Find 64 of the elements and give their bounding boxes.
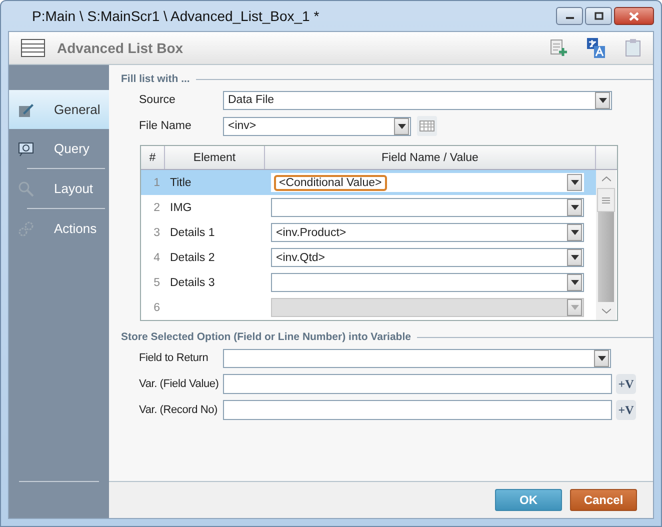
clipboard-icon[interactable] xyxy=(625,39,641,57)
row-number: 3 xyxy=(152,226,161,238)
table-cell: Title xyxy=(170,176,192,188)
scroll-down-icon xyxy=(602,308,610,314)
caret-icon xyxy=(598,356,606,360)
insert-variable-button[interactable]: +V xyxy=(616,400,636,420)
window-title: P:Main \ S:MainScr1 \ Advanced_List_Box_1 * xyxy=(32,8,320,24)
file-name-dropdown[interactable]: <inv> xyxy=(223,116,411,136)
speech-bubble-icon xyxy=(18,140,34,156)
insert-variable-button[interactable]: +V xyxy=(616,374,636,394)
translate-icon[interactable] xyxy=(587,38,605,58)
pencil-icon xyxy=(18,102,34,118)
field-label: Source xyxy=(139,94,176,106)
row-number: 4 xyxy=(152,252,161,264)
list-icon xyxy=(21,39,45,57)
caret-icon xyxy=(570,180,578,185)
value-dropdown[interactable]: <inv.Qtd> xyxy=(271,248,584,267)
dialog-title: Advanced List Box xyxy=(57,40,184,56)
caret-icon xyxy=(398,124,406,128)
caret-icon xyxy=(570,305,578,310)
table-cell: Details 2 xyxy=(170,252,215,264)
caret-icon xyxy=(570,280,578,285)
table-icon[interactable] xyxy=(417,116,437,136)
table-cell: IMG xyxy=(170,202,192,214)
maximize-button[interactable] xyxy=(585,7,612,25)
add-document-icon[interactable] xyxy=(549,39,567,57)
variable-field[interactable] xyxy=(223,374,612,394)
magnifier-icon xyxy=(18,180,34,196)
value-dropdown[interactable]: <Conditional Value> xyxy=(271,173,584,192)
column-header: Element xyxy=(165,146,265,169)
caret-icon xyxy=(570,255,578,260)
scroll-up-icon xyxy=(602,176,610,182)
close-button[interactable] xyxy=(614,7,654,25)
row-number: 2 xyxy=(152,202,161,214)
value-dropdown[interactable] xyxy=(271,273,584,292)
field-label: Field to Return xyxy=(139,352,210,364)
value-dropdown[interactable] xyxy=(271,198,584,217)
cancel-button[interactable]: Cancel xyxy=(570,489,637,511)
row-number: 1 xyxy=(152,176,161,188)
caret-icon xyxy=(598,98,606,102)
section-title: Fill list with ... xyxy=(121,73,190,85)
value-dropdown[interactable]: <inv.Product> xyxy=(271,223,584,242)
maximize-icon xyxy=(594,12,604,20)
caret-icon xyxy=(570,230,578,235)
column-header: Field Name / Value xyxy=(265,146,596,169)
caret-icon xyxy=(570,205,578,210)
grip-icon xyxy=(602,196,610,204)
section-title: Store Selected Option (Field or Line Number) into Variable xyxy=(121,331,411,343)
table-cell: Details 3 xyxy=(170,276,215,288)
row-number: 5 xyxy=(152,276,161,288)
gears-icon xyxy=(18,220,34,236)
table-cell: Details 1 xyxy=(170,226,215,238)
variable-field[interactable] xyxy=(223,400,612,420)
minimize-button[interactable] xyxy=(556,7,583,25)
field-label: File Name xyxy=(139,120,192,132)
field-label: Var. (Record No) xyxy=(139,404,219,416)
sidebar-item[interactable]: General xyxy=(9,90,109,129)
column-header: # xyxy=(141,146,165,169)
close-icon xyxy=(629,12,639,20)
scrollbar[interactable] xyxy=(596,170,616,320)
field-label: Var. (Field Value) xyxy=(139,378,220,390)
source-dropdown[interactable]: Data File xyxy=(223,90,612,110)
row-number: 6 xyxy=(152,302,161,314)
field-to-return-dropdown[interactable] xyxy=(223,348,611,368)
